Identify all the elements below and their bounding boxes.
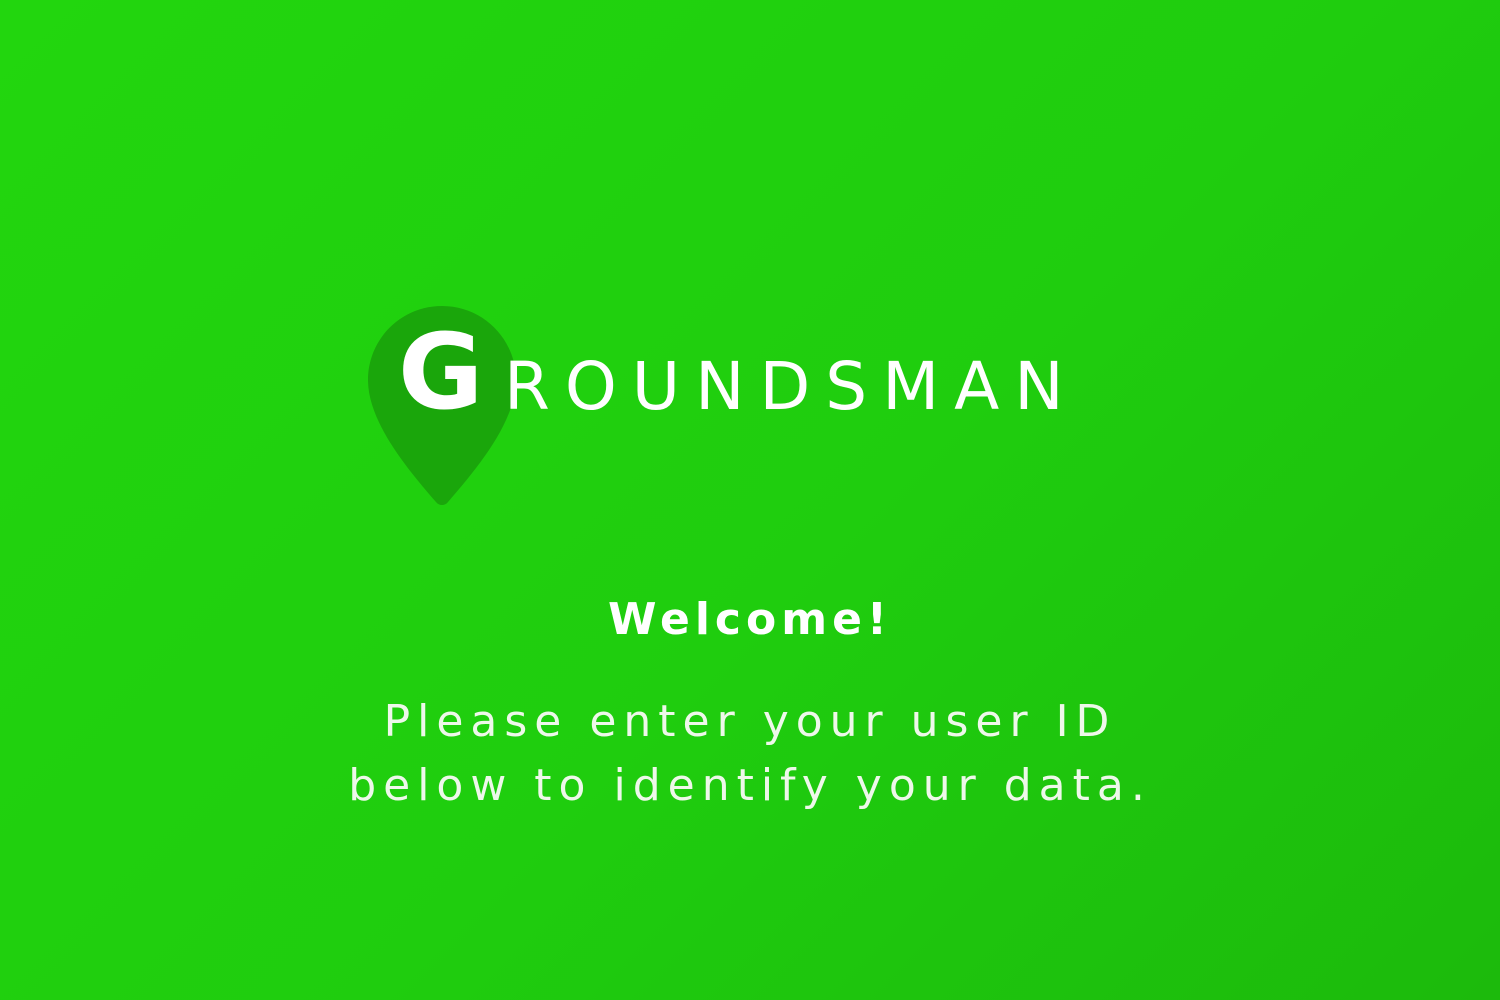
logo-wordmark: ROUNDSMAN [504,348,1079,425]
logo-initial: G [398,311,484,433]
instruction-line-1: Please enter your user ID [383,696,1117,747]
welcome-heading: Welcome! [608,594,892,645]
app-logo: G ROUNDSMAN [368,306,1168,516]
instruction-line-2: below to identify your data. [348,760,1152,811]
instruction-text: Please enter your user ID below to ident… [0,690,1500,818]
